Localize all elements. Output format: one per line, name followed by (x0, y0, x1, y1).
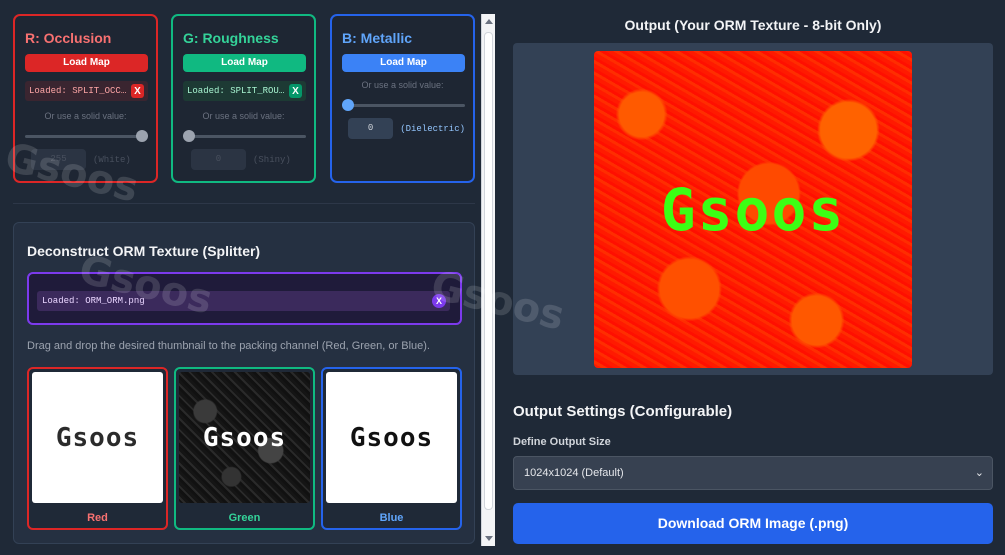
chevron-down-icon: ⌄ (974, 467, 984, 479)
left-panel-scrollbar[interactable] (481, 14, 495, 546)
splitter-drop-zone[interactable]: Loaded: ORM_ORM.png X (27, 272, 462, 325)
output-size-label: Define Output Size (513, 436, 611, 448)
slider-track (342, 104, 465, 107)
thumbnail-red[interactable]: Gsoos Red (27, 367, 168, 530)
solid-value-input-metallic[interactable]: 0 (348, 118, 394, 139)
thumbnail-image-red: Gsoos (32, 372, 163, 503)
loaded-file-name: Loaded: SPLIT_OCCLUSION.png (29, 86, 129, 96)
thumbnail-label-red: Red (87, 512, 108, 524)
output-title: Output (Your ORM Texture - 8-bit Only) (624, 17, 882, 33)
splitter-remove-button[interactable]: X (432, 294, 446, 308)
section-divider (13, 203, 475, 204)
channel-card-roughness: G: Roughness Load Map Loaded: SPLIT_ROUG… (171, 14, 316, 183)
solid-value-slider-roughness[interactable] (183, 129, 306, 143)
solid-value-label: Or use a solid value: (44, 111, 127, 121)
channel-title-roughness: G: Roughness (183, 30, 279, 46)
solid-value-input-roughness[interactable]: 0 (191, 149, 246, 170)
orm-packer-app: R: Occlusion Load Map Loaded: SPLIT_OCCL… (0, 0, 1005, 555)
output-preview-image: Gsoos (594, 51, 912, 368)
slider-track (183, 135, 306, 138)
solid-value-slider-occlusion[interactable] (25, 129, 148, 143)
slider-thumb[interactable] (183, 130, 195, 142)
scroll-up-arrow-icon[interactable] (485, 19, 493, 24)
scroll-down-arrow-icon[interactable] (485, 536, 493, 541)
download-button[interactable]: Download ORM Image (.png) (513, 503, 993, 544)
channel-title-metallic: B: Metallic (342, 30, 413, 46)
value-row: 0 (Dielectric) (348, 118, 465, 139)
slider-track (25, 135, 148, 138)
value-row: 255 (White) (31, 149, 148, 170)
slider-thumb[interactable] (136, 130, 148, 142)
splitter-loaded-file-name: Loaded: ORM_ORM.png (42, 296, 145, 306)
output-size-value: 1024x1024 (Default) (524, 467, 624, 479)
splitter-hint: Drag and drop the desired thumbnail to t… (27, 340, 430, 352)
splitter-section: Deconstruct ORM Texture (Splitter) Loade… (13, 222, 475, 544)
value-note: (Dielectric) (400, 123, 465, 134)
solid-value-input-occlusion[interactable]: 255 (31, 149, 86, 170)
scrollbar-thumb[interactable] (484, 32, 493, 510)
loaded-file-occlusion: Loaded: SPLIT_OCCLUSION.png X (25, 81, 148, 101)
thumbnail-green[interactable]: Gsoos Green (174, 367, 315, 530)
load-map-button-occlusion[interactable]: Load Map (25, 54, 148, 72)
value-row: 0 (Shiny) (191, 149, 306, 170)
loaded-file-name: Loaded: SPLIT_ROUGHNESS.png (187, 86, 287, 96)
output-size-select[interactable]: 1024x1024 (Default) ⌄ (513, 456, 993, 490)
loaded-file-roughness: Loaded: SPLIT_ROUGHNESS.png X (183, 81, 306, 101)
output-image-logo: Gsoos (660, 175, 846, 244)
thumbnail-label-green: Green (228, 512, 261, 524)
load-map-button-roughness[interactable]: Load Map (183, 54, 306, 72)
output-settings-title: Output Settings (Configurable) (513, 403, 733, 420)
remove-file-button-occlusion[interactable]: X (131, 84, 144, 98)
remove-file-button-roughness[interactable]: X (289, 84, 302, 98)
channel-title-occlusion: R: Occlusion (25, 30, 112, 46)
solid-value-label: Or use a solid value: (202, 111, 285, 121)
slider-thumb[interactable] (342, 99, 354, 111)
value-note: (Shiny) (253, 154, 291, 165)
load-map-button-metallic[interactable]: Load Map (342, 54, 465, 72)
thumbnail-image-blue: Gsoos (326, 372, 457, 503)
splitter-loaded-file: Loaded: ORM_ORM.png X (37, 291, 450, 311)
solid-value-label: Or use a solid value: (361, 80, 444, 90)
thumbnail-label-blue: Blue (379, 512, 404, 524)
solid-value-slider-metallic[interactable] (342, 98, 465, 112)
thumbnail-image-green: Gsoos (179, 372, 310, 503)
value-note: (White) (93, 154, 131, 165)
left-panel: R: Occlusion Load Map Loaded: SPLIT_OCCL… (0, 0, 480, 555)
channel-card-metallic: B: Metallic Load Map Or use a solid valu… (330, 14, 475, 183)
output-preview-frame: Gsoos (513, 43, 993, 375)
channel-card-occlusion: R: Occlusion Load Map Loaded: SPLIT_OCCL… (13, 14, 158, 183)
thumbnail-blue[interactable]: Gsoos Blue (321, 367, 462, 530)
splitter-title: Deconstruct ORM Texture (Splitter) (27, 243, 261, 259)
